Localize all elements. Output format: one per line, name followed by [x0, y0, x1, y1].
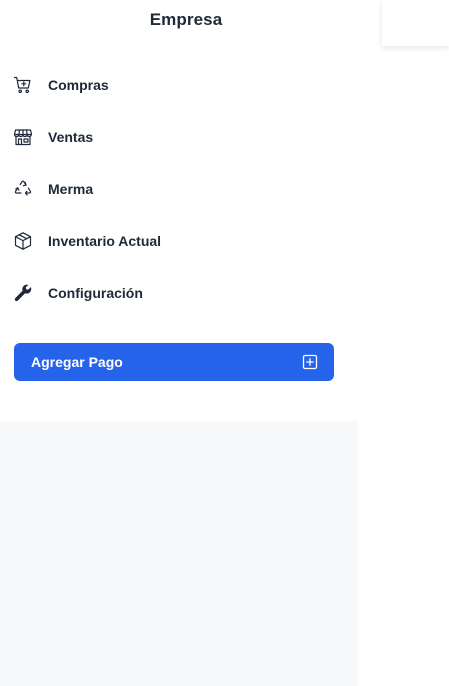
add-payment-button[interactable]: Agregar Pago [14, 343, 334, 381]
sidebar-title: Empresa [149, 10, 223, 29]
sidebar-nav: Compras Ventas Merma Inventario Actual C… [0, 59, 358, 319]
shopping-cart-plus-icon [13, 75, 33, 95]
sidebar-item-label: Configuración [48, 285, 143, 301]
header-panel [382, 0, 449, 46]
sidebar-item-ventas[interactable]: Ventas [0, 111, 358, 163]
page: Empresa Compras Ventas Merma Inventario … [0, 0, 449, 686]
plus-square-icon [302, 354, 318, 370]
sidebar-item-label: Inventario Actual [48, 233, 162, 249]
sidebar-item-label: Compras [48, 77, 109, 93]
sidebar-footer [0, 421, 358, 686]
recycle-icon [13, 179, 33, 199]
sidebar-item-inventario[interactable]: Inventario Actual [0, 215, 358, 267]
sidebar: Empresa Compras Ventas Merma Inventario … [0, 0, 358, 686]
add-payment-label: Agregar Pago [31, 354, 123, 370]
box-icon [13, 231, 33, 251]
sidebar-item-merma[interactable]: Merma [0, 163, 358, 215]
sidebar-item-compras[interactable]: Compras [0, 59, 358, 111]
storefront-icon [13, 127, 33, 147]
wrench-icon [13, 283, 33, 303]
sidebar-item-label: Ventas [48, 129, 94, 145]
sidebar-item-label: Merma [48, 181, 94, 197]
sidebar-item-configuracion[interactable]: Configuración [0, 267, 358, 319]
